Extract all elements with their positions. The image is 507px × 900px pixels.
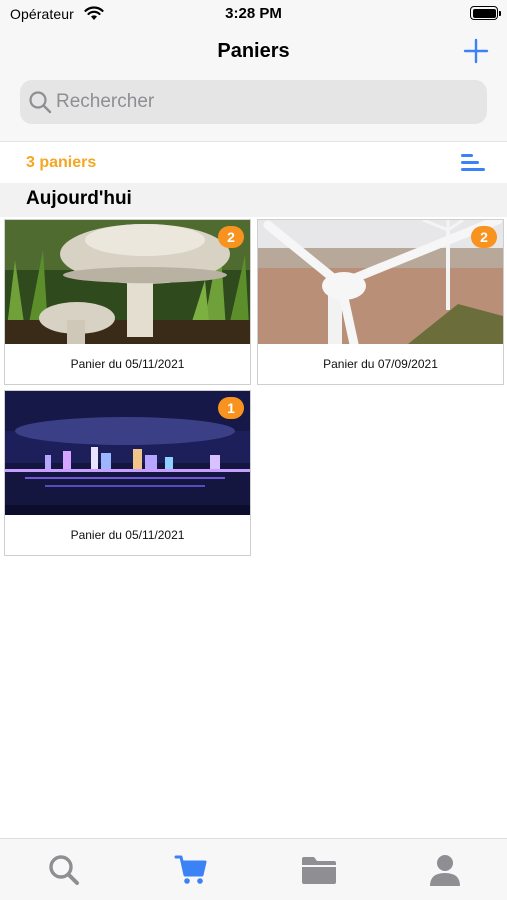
folder-icon xyxy=(302,857,336,884)
navigation-bar: Paniers xyxy=(0,30,507,142)
search-icon xyxy=(29,91,52,114)
status-time: 3:28 PM xyxy=(225,5,282,22)
basket-caption: Panier du 07/09/2021 xyxy=(323,357,438,371)
user-icon xyxy=(430,855,460,886)
cart-icon xyxy=(174,855,207,884)
wind-turbine-photo xyxy=(258,220,503,344)
tab-folder[interactable] xyxy=(254,839,380,900)
tab-profile[interactable] xyxy=(381,839,507,900)
city-skyline-night-photo xyxy=(5,391,250,515)
list-toolbar: 3 paniers xyxy=(0,143,507,183)
item-count-badge: 2 xyxy=(471,226,497,248)
status-bar: Opérateur 3:28 PM xyxy=(0,0,507,30)
item-count-badge: 1 xyxy=(218,397,244,419)
tab-search[interactable] xyxy=(0,839,126,900)
basket-count-label: 3 paniers xyxy=(26,154,97,171)
page-title: Paniers xyxy=(217,40,290,62)
basket-caption: Panier du 05/11/2021 xyxy=(70,528,185,542)
plus-icon xyxy=(463,38,489,64)
section-header: Aujourd'hui xyxy=(0,183,507,217)
search-field[interactable] xyxy=(20,80,487,124)
basket-card[interactable]: 2 Panier du 05/11/2021 xyxy=(4,219,251,385)
search-icon xyxy=(49,855,79,885)
item-count-badge: 2 xyxy=(218,226,244,248)
section-title: Aujourd'hui xyxy=(26,188,132,209)
mushroom-photo xyxy=(5,220,250,344)
search-input[interactable] xyxy=(56,80,476,124)
basket-card[interactable]: 2 Panier du 07/09/2021 xyxy=(257,219,504,385)
add-basket-button[interactable] xyxy=(463,38,489,64)
tab-cart[interactable] xyxy=(127,839,253,900)
sort-button[interactable] xyxy=(461,152,487,174)
battery-icon xyxy=(470,6,501,20)
tab-bar xyxy=(0,838,507,900)
basket-card[interactable]: 1 Panier du 05/11/2021 xyxy=(4,390,251,556)
basket-caption: Panier du 05/11/2021 xyxy=(70,357,185,371)
